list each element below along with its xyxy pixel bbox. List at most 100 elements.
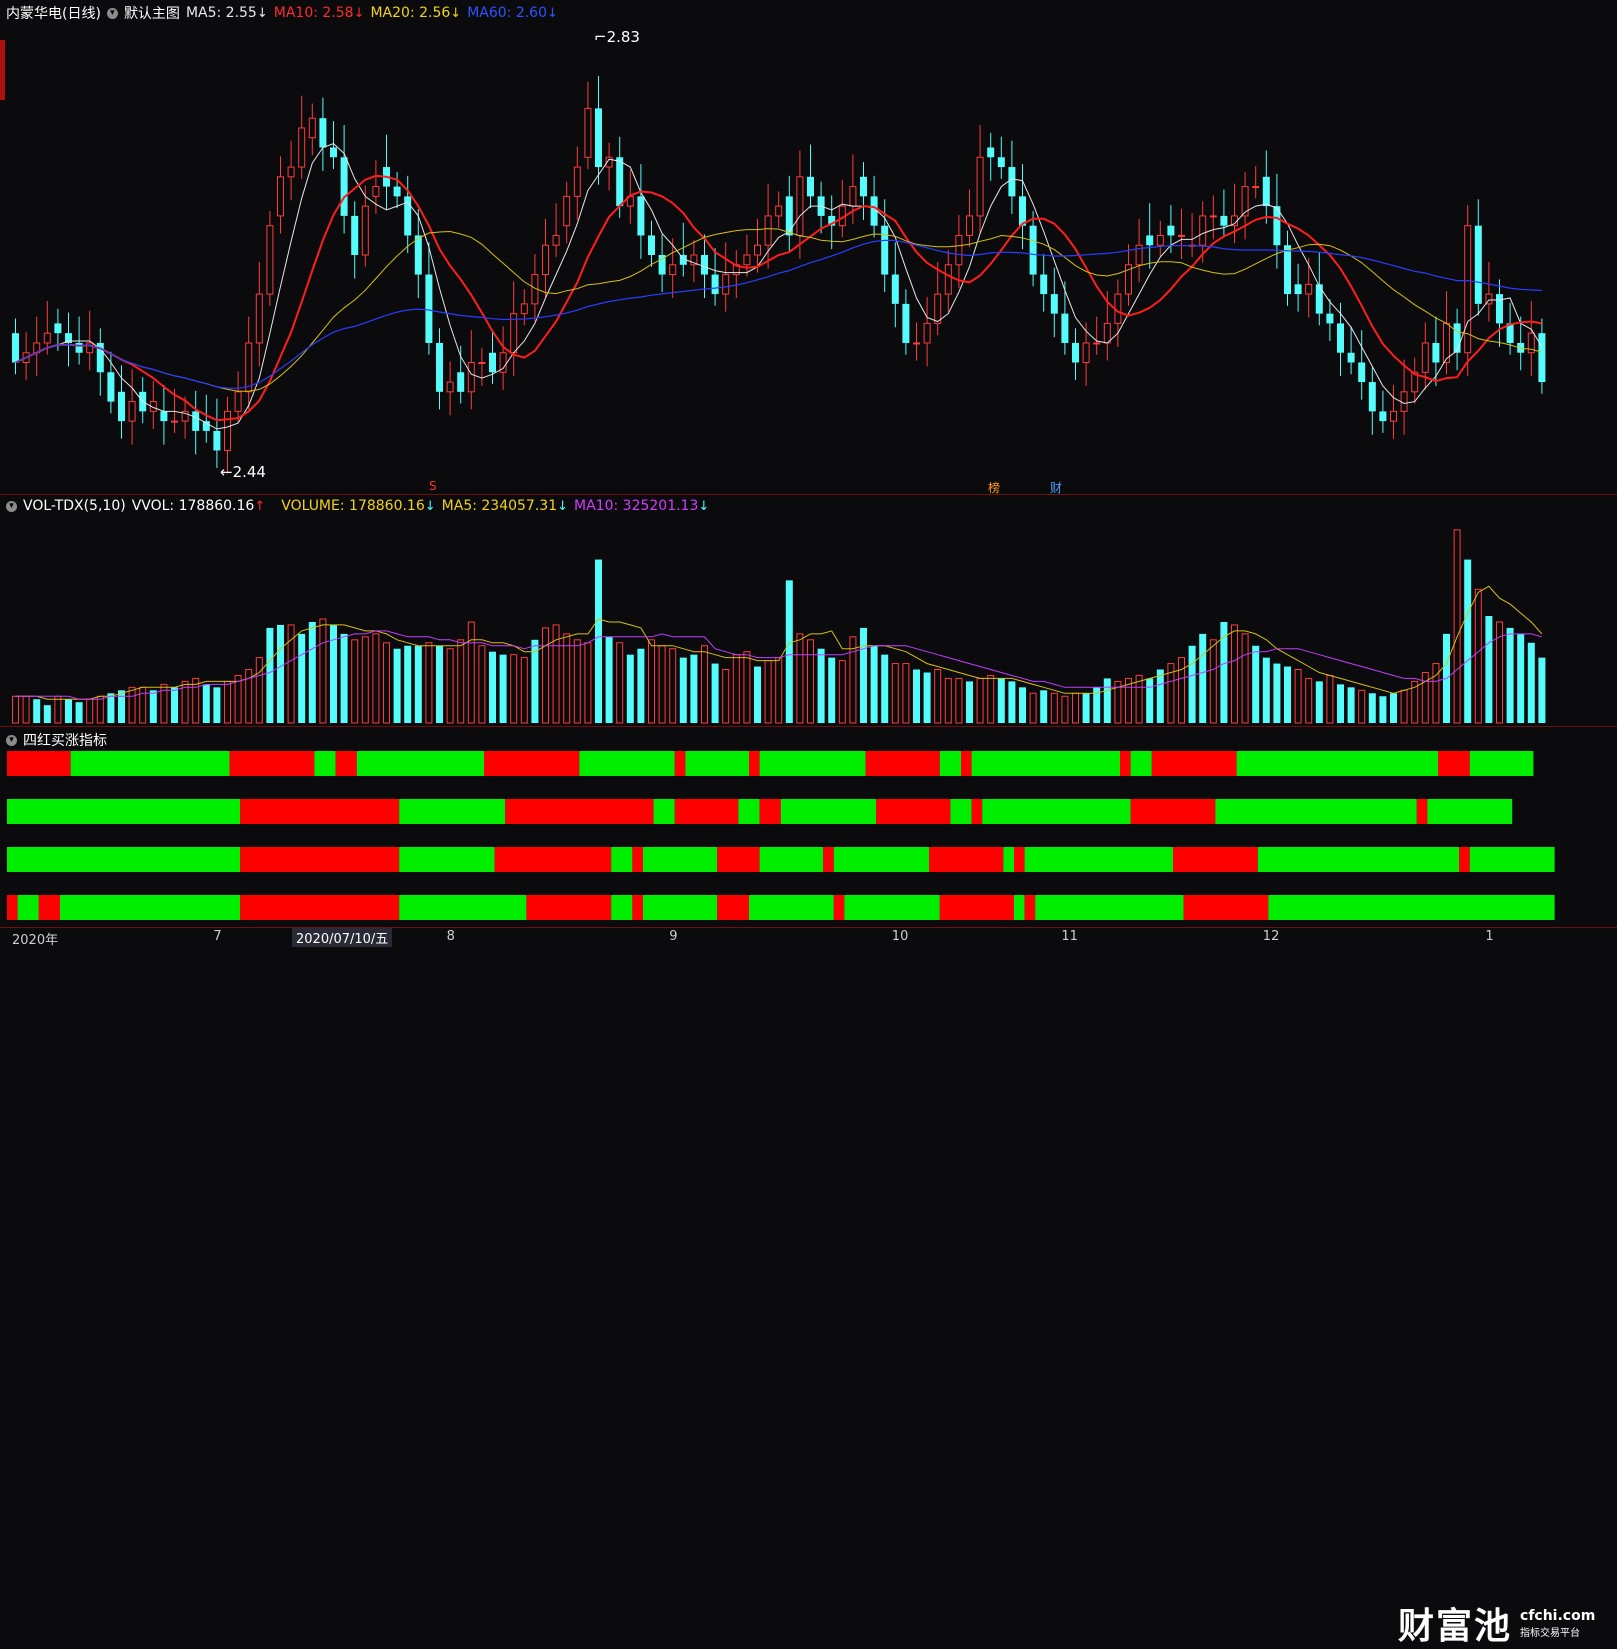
candle-body-up xyxy=(976,156,984,217)
volume-bar-down xyxy=(308,621,316,723)
price-panel[interactable]: 内蒙华电(日线) ▾ 默认主图 MA5: 2.55↓ MA10: 2.58↓ M… xyxy=(0,0,1617,495)
candle-body-up xyxy=(234,391,242,412)
volume-bar-up xyxy=(1400,689,1408,724)
volume-bar-up xyxy=(234,674,242,724)
volume-bar-up xyxy=(1209,639,1217,724)
candle-body-down xyxy=(351,215,359,255)
volume-bar-up xyxy=(743,651,751,724)
candle-body-down xyxy=(701,255,708,275)
indicator-segment-red xyxy=(240,895,400,920)
indicator-segment-red xyxy=(823,847,834,872)
template-menu-icon[interactable]: ▾ xyxy=(106,7,118,19)
indicator-menu-icon[interactable]: ▾ xyxy=(6,734,17,746)
candle-body-down xyxy=(425,274,433,343)
indicator-segment-green xyxy=(982,799,1131,824)
four-red-indicator-chart[interactable] xyxy=(0,727,1617,928)
volume-bar-up xyxy=(891,663,899,724)
volume-ma5-line xyxy=(15,585,1543,700)
candle-body-up xyxy=(552,234,560,246)
indicator-segment-green xyxy=(643,895,718,920)
volume-bar-down xyxy=(436,645,443,723)
indicator-segment-green xyxy=(844,895,940,920)
indicator-segment-red xyxy=(484,751,580,776)
candle-body-down xyxy=(711,274,719,295)
candle-body-down xyxy=(1029,225,1037,275)
indicator-segment-green xyxy=(780,799,877,824)
volume-bar-down xyxy=(1040,690,1048,723)
candle-body-down xyxy=(1061,313,1069,343)
indicator-segment-red xyxy=(939,895,1014,920)
volume-bar-down xyxy=(33,699,41,723)
ma60-legend: MA60: 2.60↓ xyxy=(467,5,558,21)
indicator-panel[interactable]: ▾ 四红买涨指标 财富池 cfchi.com 指标交易平台 xyxy=(0,726,1617,1647)
candle-body-down xyxy=(1146,235,1154,246)
cfchi-logo: 财富池 cfchi.com 指标交易平台 xyxy=(1398,1598,1610,1648)
volume-bar-down xyxy=(1347,687,1355,723)
candle-body-down xyxy=(340,157,348,216)
axis-label: 11 xyxy=(1061,929,1078,944)
indicator-segment-green xyxy=(833,847,930,872)
volume-bar-up xyxy=(22,695,30,724)
candle-body-down xyxy=(160,411,168,422)
volume-ma10-line xyxy=(15,630,1543,700)
candle-body-up xyxy=(913,342,920,345)
volume-bar-up xyxy=(1241,633,1249,724)
volume-bar-up xyxy=(128,686,136,724)
volume-panel[interactable]: ▾ VOL-TDX(5,10) VVOL: 178860.16↑ VOLUME:… xyxy=(0,494,1617,727)
candle-body-down xyxy=(118,391,125,422)
volume-bar-up xyxy=(563,633,571,724)
candle-body-down xyxy=(1220,215,1228,226)
candle-body-up xyxy=(722,274,730,295)
candle-body-up xyxy=(955,234,963,266)
template-name[interactable]: 默认主图 xyxy=(124,3,180,23)
indicator-segment-green xyxy=(653,799,675,824)
volume-bar-down xyxy=(754,666,761,723)
indicator-segment-green xyxy=(356,751,484,776)
candlestick-chart[interactable] xyxy=(0,0,1617,494)
volume-bar-down xyxy=(43,705,51,723)
volume-chart[interactable] xyxy=(0,495,1617,727)
candle-body-down xyxy=(457,372,465,392)
volume-bar-down xyxy=(202,684,210,723)
volume-bar-down xyxy=(881,654,889,723)
candle-body-down xyxy=(1315,284,1323,314)
candle-body-up xyxy=(1390,410,1397,422)
candle-body-up xyxy=(1400,391,1408,412)
volume-bar-up xyxy=(1305,677,1313,724)
volume-bar-down xyxy=(1284,666,1291,723)
candle-body-down xyxy=(1326,313,1334,324)
indicator-segment-green xyxy=(399,799,506,824)
candle-body-up xyxy=(245,342,253,393)
indicator-segment-green xyxy=(611,847,633,872)
candle-body-down xyxy=(1347,352,1355,363)
volume-bar-down xyxy=(1019,687,1026,723)
signal-s-marker[interactable]: S xyxy=(429,479,437,493)
candle-body-down xyxy=(107,372,115,402)
volume-bar-up xyxy=(255,657,263,724)
candle-body-up xyxy=(171,420,178,423)
volume-bar-down xyxy=(171,687,178,723)
volume-bar-down xyxy=(1273,663,1281,723)
indicator-segment-red xyxy=(717,847,760,872)
volume-bar-up xyxy=(361,636,369,724)
volume-bar-up xyxy=(934,669,942,724)
indicator-segment-red xyxy=(335,751,357,776)
indicator-name[interactable]: 四红买涨指标 xyxy=(23,730,107,750)
candle-body-down xyxy=(902,303,910,343)
indicator-segment-green xyxy=(399,847,495,872)
volume-bar-up xyxy=(807,639,814,724)
volume-menu-icon[interactable]: ▾ xyxy=(6,500,17,512)
volume-bar-down xyxy=(404,645,412,723)
candle-body-up xyxy=(764,215,772,246)
volume-indicator-name[interactable]: VOL-TDX(5,10) xyxy=(23,498,126,514)
candle-body-up xyxy=(1178,234,1185,237)
volume-bar-down xyxy=(1103,678,1111,723)
candle-body-up xyxy=(372,186,380,197)
date-axis[interactable]: 2020年 7 8 9 10 11 12 1 2020/07/10/五 xyxy=(0,927,1617,948)
candle-body-up xyxy=(1093,342,1101,345)
candle-body-up xyxy=(128,401,136,422)
volume-bar-down xyxy=(1379,696,1387,723)
candle-body-down xyxy=(1040,274,1048,295)
stock-title[interactable]: 内蒙华电(日线) xyxy=(6,3,101,23)
indicator-segment-red xyxy=(526,895,612,920)
